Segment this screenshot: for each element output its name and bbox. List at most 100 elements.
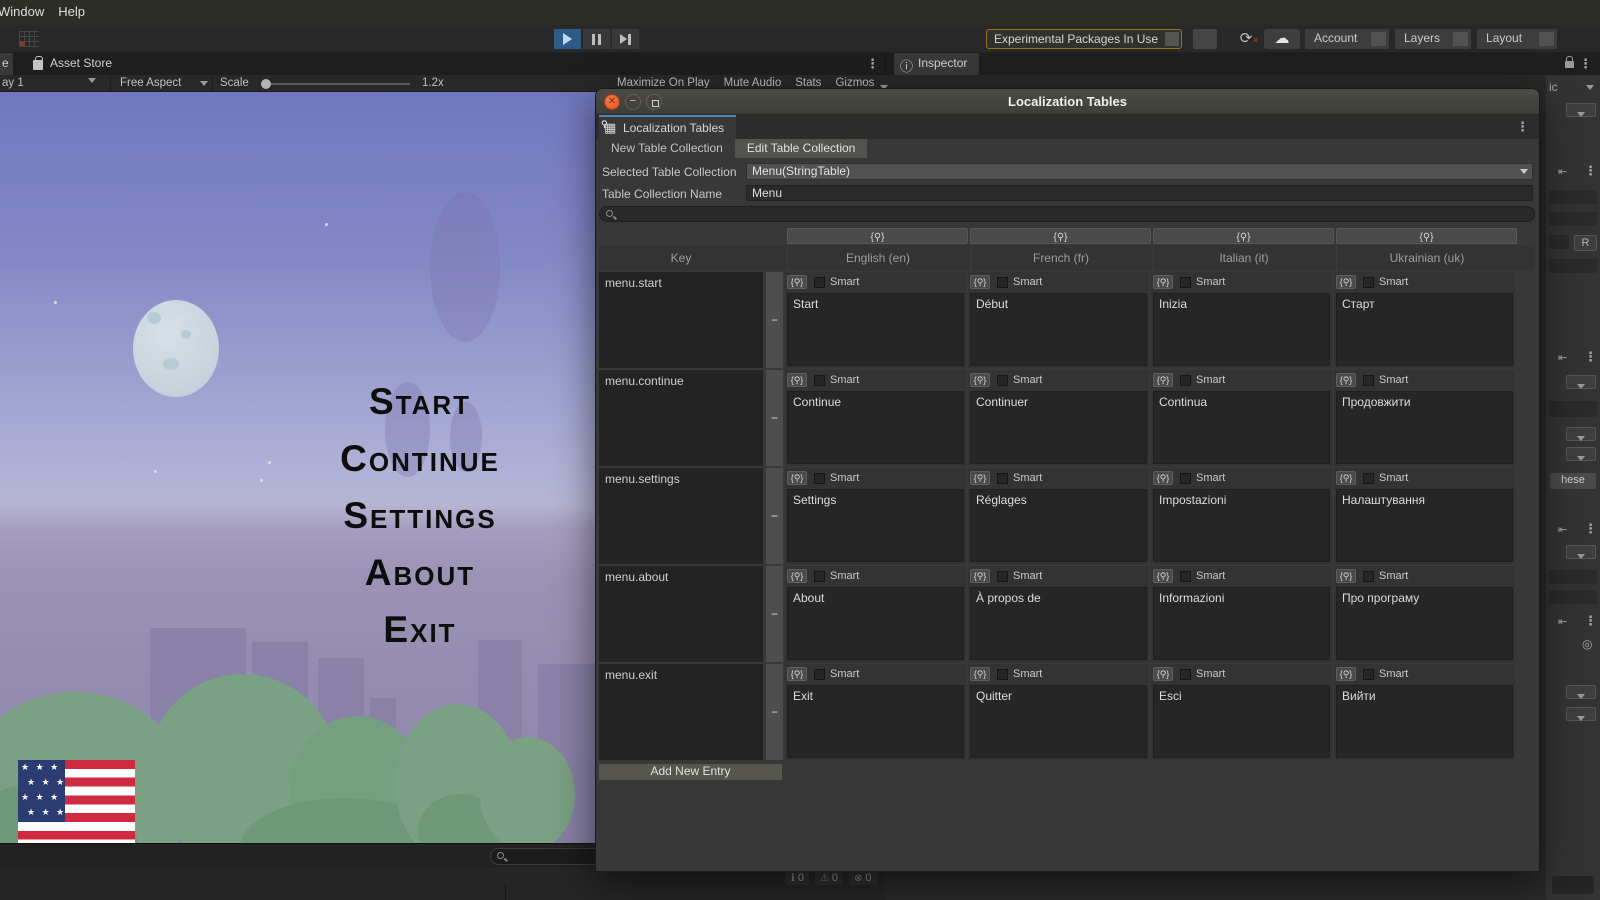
metadata-button[interactable]: {⚲} [1153,471,1173,485]
game-menu-item-settings[interactable]: Settings [240,487,600,544]
kebab-menu-icon[interactable]: ⋮ [1584,163,1597,179]
translation-text-field[interactable]: Esci [1153,685,1330,758]
tab-localization-tables[interactable]: ▦ Localization Tables [599,115,736,139]
remove-row-button[interactable]: − [766,272,783,368]
game-menu-item-exit[interactable]: Exit [240,601,600,658]
smart-checkbox[interactable] [997,375,1008,386]
key-cell[interactable]: menu.exit [599,664,763,760]
collection-name-input[interactable] [746,185,1533,201]
remove-row-button[interactable]: − [766,468,783,564]
kebab-menu-icon[interactable]: ⋮ [1584,613,1597,629]
remove-row-button[interactable]: − [766,664,783,760]
metadata-button[interactable]: {⚲} [970,373,990,387]
target-icon[interactable]: ◎ [1582,637,1592,651]
console-badge[interactable]: ⚠0 [815,871,843,885]
game-menu-item-continue[interactable]: Continue [240,430,600,487]
metadata-button[interactable]: {⚲} [1336,471,1356,485]
smart-checkbox[interactable] [1363,375,1374,386]
translation-text-field[interactable]: Start [787,293,964,366]
translation-text-field[interactable]: Про програму [1336,587,1513,660]
tab-asset-store[interactable]: Asset Store [28,53,122,75]
metadata-button[interactable]: {⚲} [787,471,807,485]
smart-checkbox[interactable] [997,277,1008,288]
preset-icon[interactable]: ⇤ [1558,165,1567,178]
field-fragment[interactable] [1549,235,1569,249]
metadata-button[interactable]: {⚲} [1336,275,1356,289]
menubar-item-window[interactable]: Window [0,4,44,19]
metadata-button[interactable]: {⚲} [1153,275,1173,289]
kebab-menu-icon[interactable]: ⋮ [1584,521,1597,537]
translation-text-field[interactable]: Continue [787,391,964,464]
console-badge[interactable]: ℹ0 [786,871,809,885]
column-header-key[interactable]: Key [599,245,763,271]
smart-checkbox[interactable] [1363,277,1374,288]
column-header-ukrainian[interactable]: Ukrainian (uk) [1336,245,1517,271]
translation-text-field[interactable]: Налаштування [1336,489,1513,562]
translation-text-field[interactable]: Старт [1336,293,1513,366]
field-fragment[interactable] [1552,876,1594,894]
smart-checkbox[interactable] [997,473,1008,484]
key-cell[interactable]: menu.about [599,566,763,662]
translation-text-field[interactable]: Quitter [970,685,1147,758]
column-header-french[interactable]: French (fr) [970,245,1151,271]
table-search-field[interactable] [599,206,1535,222]
metadata-button[interactable]: {⚲} [970,569,990,583]
column-header-english[interactable]: English (en) [787,245,968,271]
play-button[interactable] [553,28,582,50]
kebab-menu-icon[interactable]: ⋮ [1584,349,1597,365]
cloud-button[interactable]: ☁ [1264,29,1300,49]
metadata-button[interactable]: {⚲} [1336,569,1356,583]
console-badge[interactable]: ⊗0 [849,871,877,885]
field-fragment[interactable] [1549,401,1597,417]
metadata-button[interactable]: {⚲} [787,275,807,289]
chevron-down-icon[interactable] [1586,85,1594,90]
preset-icon[interactable]: ⇤ [1558,523,1567,536]
smart-checkbox[interactable] [1363,669,1374,680]
pause-button[interactable] [582,28,611,50]
aspect-dropdown[interactable]: Free Aspect [120,77,181,89]
column-meta-button[interactable]: {⚲} [787,228,968,244]
static-dropdown-fragment[interactable]: ic [1549,80,1558,94]
kebab-menu-icon[interactable]: ⋮ [1516,119,1529,135]
edit-table-collection-tab[interactable]: Edit Table Collection [735,139,868,158]
preset-icon[interactable]: ⇤ [1558,351,1567,364]
tab-inspector[interactable]: ⓘ Inspector [894,53,979,75]
step-button[interactable] [611,28,640,50]
tab-game-clipped[interactable]: e [0,53,13,75]
translation-text-field[interactable]: Inizia [1153,293,1330,366]
metadata-button[interactable]: {⚲} [787,667,807,681]
metadata-button[interactable]: {⚲} [970,275,990,289]
collab-icon[interactable]: ⟳ [1236,30,1256,48]
smart-checkbox[interactable] [1180,277,1191,288]
translation-text-field[interactable]: Settings [787,489,964,562]
grid-snap-icon[interactable] [19,31,39,47]
menubar-item-help[interactable]: Help [58,4,85,19]
experimental-packages-warning[interactable]: Experimental Packages In Use [986,29,1182,49]
smart-checkbox[interactable] [1363,473,1374,484]
dropdown-button[interactable] [1566,427,1596,441]
table-search-input[interactable] [620,208,1520,220]
lock-icon[interactable] [1565,61,1574,68]
column-meta-button[interactable]: {⚲} [1153,228,1334,244]
column-header-italian[interactable]: Italian (it) [1153,245,1334,271]
translation-text-field[interactable]: À propos de [970,587,1147,660]
selected-collection-dropdown[interactable]: Menu(StringTable) [746,163,1533,180]
field-fragment[interactable] [1549,590,1597,604]
smart-checkbox[interactable] [814,277,825,288]
metadata-button[interactable]: {⚲} [787,569,807,583]
field-fragment[interactable] [1549,570,1597,584]
column-meta-button[interactable]: {⚲} [1336,228,1517,244]
experimental-dropdown[interactable] [1165,32,1179,46]
translation-text-field[interactable]: Exit [787,685,964,758]
dropdown-button[interactable] [1566,447,1596,461]
game-menu-item-about[interactable]: About [240,544,600,601]
smart-checkbox[interactable] [1180,375,1191,386]
dropdown-button[interactable] [1566,375,1596,389]
hese-field-fragment[interactable]: hese [1550,473,1596,489]
translation-text-field[interactable]: Réglages [970,489,1147,562]
smart-checkbox[interactable] [814,669,825,680]
field-fragment[interactable] [1549,212,1597,226]
metadata-button[interactable]: {⚲} [1153,373,1173,387]
key-cell[interactable]: menu.settings [599,468,763,564]
metadata-button[interactable]: {⚲} [1153,569,1173,583]
